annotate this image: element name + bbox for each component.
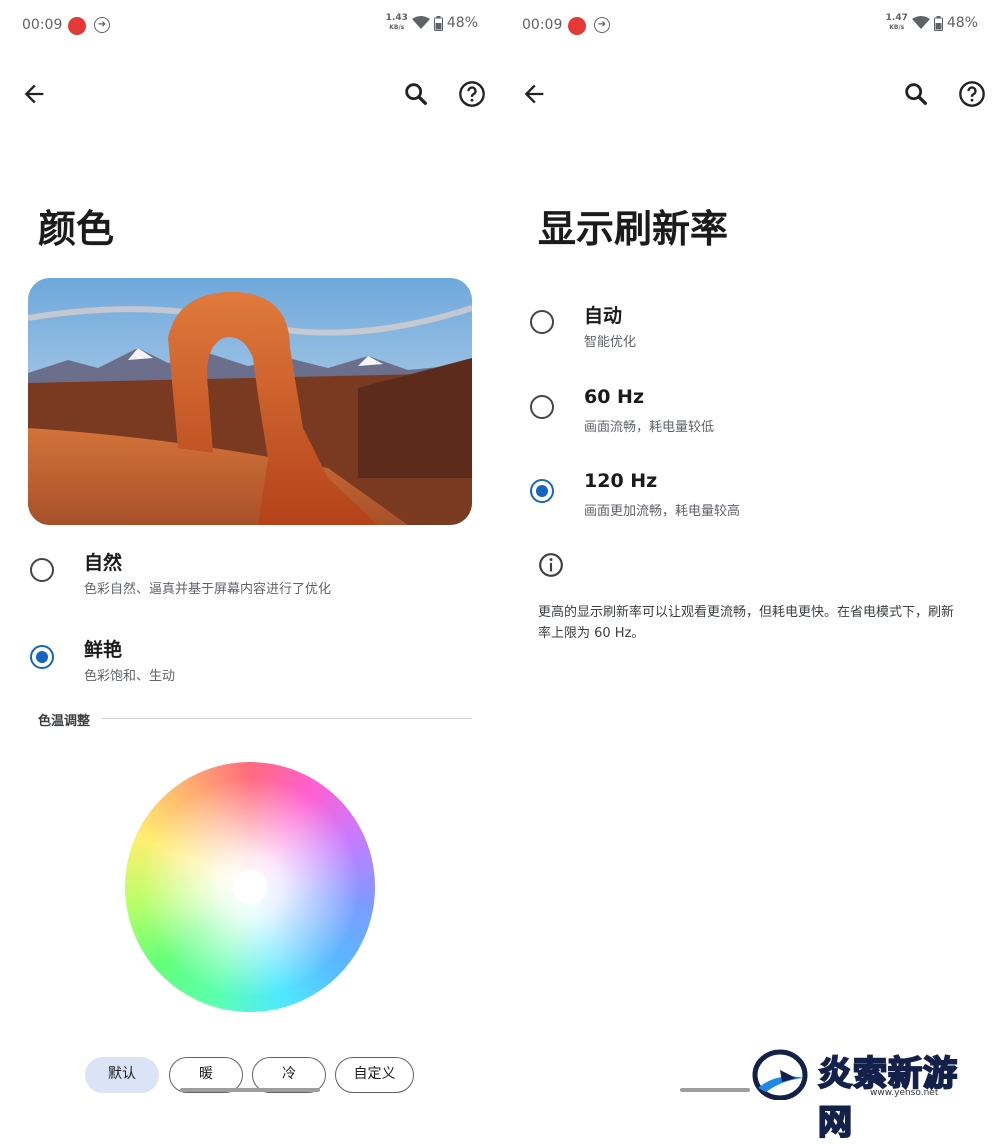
refresh-rate-note: 更高的显示刷新率可以让观看更流畅，但耗电更快。在省电模式下，刷新率上限为 60 … [538,605,955,641]
refresh-option-auto[interactable]: 自动 智能优化 [500,301,1000,361]
wifi-icon [911,16,930,29]
radio-60hz[interactable] [530,395,554,419]
navigation-notification-icon: ➜ [594,17,610,33]
radio-vivid[interactable] [30,645,54,669]
section-title: 色温调整 [38,714,91,729]
status-time: 00:09 [522,17,563,33]
option-description: 画面流畅，耗电量较低 [584,420,715,435]
chip-default[interactable]: 默认 [85,1057,159,1093]
option-label: 鲜艳 [84,639,123,661]
wifi-icon [411,16,430,29]
info-icon [539,553,563,577]
option-label: 120 Hz [584,470,658,492]
option-label: 60 Hz [584,386,645,408]
status-time: 00:09 [22,17,63,33]
battery-icon [933,15,943,31]
notification-app-icon [68,17,86,35]
page-title: 显示刷新率 [538,207,729,251]
color-wheel-thumb[interactable] [233,870,267,904]
radio-120hz[interactable] [530,479,554,503]
watermark-url: www.yenso.net [870,1088,939,1098]
radio-natural[interactable] [30,558,54,582]
color-mode-option-natural[interactable]: 自然 色彩自然、逼真并基于屏幕内容进行了优化 [0,548,500,608]
battery-icon [433,15,443,31]
option-description: 画面更加流畅，耗电量较高 [584,504,741,519]
network-speed: 1.43 KB/s [385,13,408,32]
refresh-option-60hz[interactable]: 60 Hz 画面流畅，耗电量较低 [500,386,1000,446]
preview-image [28,278,472,525]
refresh-rate-settings-screen: 00:09 ➜ 1.47 KB/s 48% 显示刷新率 自动 智能优化 60 Hz… [500,0,1000,1144]
option-label: 自然 [84,552,123,574]
navigation-notification-icon: ➜ [94,17,110,33]
section-divider [102,718,472,719]
search-icon[interactable] [402,80,430,108]
status-bar: 00:09 ➜ 1.47 KB/s 48% [522,14,978,38]
notification-app-icon [568,17,586,35]
option-description: 色彩饱和、生动 [84,669,176,684]
color-mode-option-vivid[interactable]: 鲜艳 色彩饱和、生动 [0,635,500,695]
watermark: 炎索新游网 www.yenso.net [752,1046,992,1144]
option-description: 色彩自然、逼真并基于屏幕内容进行了优化 [84,582,332,597]
arrow-left-icon[interactable] [20,80,48,108]
option-label: 自动 [584,305,623,327]
help-icon[interactable] [958,80,986,108]
status-bar: 00:09 ➜ 1.43 KB/s 48% [22,14,478,38]
gesture-nav-bar[interactable] [180,1088,320,1092]
color-settings-screen: 00:09 ➜ 1.43 KB/s 48% 颜色 自然 色彩自然、逼真并基于屏幕… [0,0,500,1105]
watermark-logo [752,1049,808,1100]
search-icon[interactable] [902,80,930,108]
battery-percent: 48% [946,15,978,31]
option-description: 智能优化 [584,335,637,350]
page-title: 颜色 [38,207,115,251]
gesture-nav-bar[interactable] [680,1088,750,1092]
battery-percent: 48% [446,15,478,31]
network-speed: 1.47 KB/s [885,13,908,32]
chip-custom[interactable]: 自定义 [335,1057,414,1093]
refresh-option-120hz[interactable]: 120 Hz 画面更加流畅，耗电量较高 [500,470,1000,530]
help-icon[interactable] [458,80,486,108]
radio-auto[interactable] [530,310,554,334]
arrow-left-icon[interactable] [520,80,548,108]
